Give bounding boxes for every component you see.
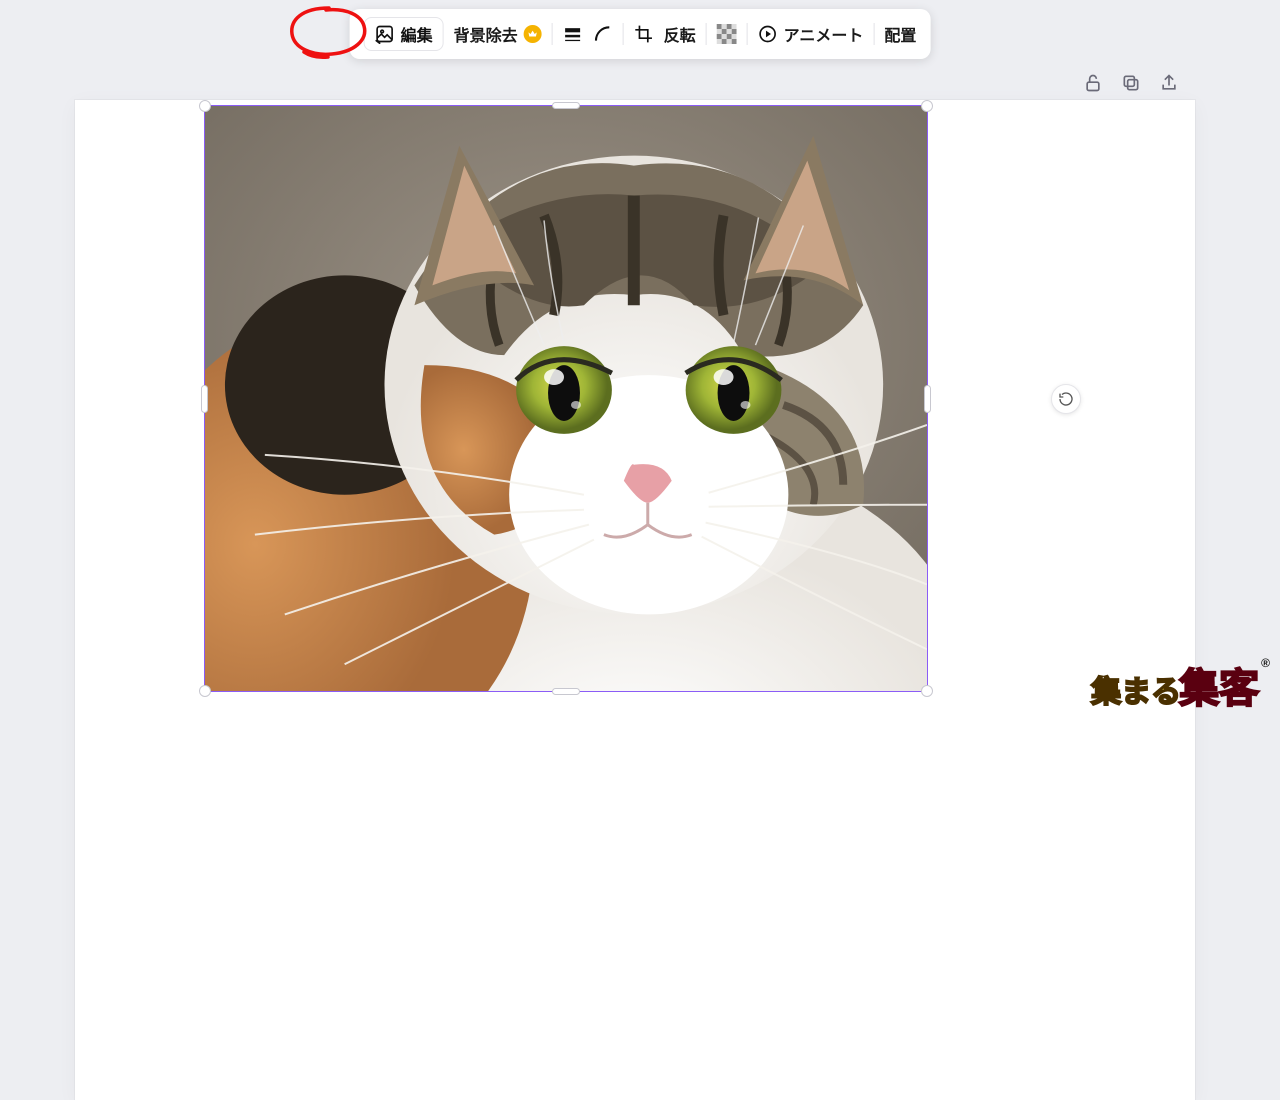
separator bbox=[552, 23, 553, 45]
corner-radius-button[interactable] bbox=[593, 24, 613, 44]
bg-remove-button[interactable]: 背景除去 bbox=[454, 22, 542, 46]
transparency-button[interactable] bbox=[717, 24, 737, 44]
separator bbox=[747, 23, 748, 45]
edit-label: 編集 bbox=[401, 22, 433, 46]
crop-icon bbox=[634, 24, 654, 44]
unlock-button[interactable] bbox=[1082, 72, 1104, 94]
cat-photo[interactable] bbox=[205, 106, 927, 691]
resize-handle-tl[interactable] bbox=[199, 100, 211, 112]
image-toolbar: 編集 背景除去 反転 bbox=[350, 9, 931, 59]
duplicate-button[interactable] bbox=[1120, 72, 1142, 94]
separator bbox=[873, 23, 874, 45]
share-button[interactable] bbox=[1158, 72, 1180, 94]
position-button[interactable]: 配置 bbox=[884, 22, 916, 46]
flip-button[interactable]: 反転 bbox=[664, 22, 696, 46]
crop-button[interactable] bbox=[634, 24, 654, 44]
flip-label: 反転 bbox=[664, 22, 696, 46]
animate-label: アニメート bbox=[784, 22, 864, 46]
crown-icon bbox=[524, 25, 542, 43]
edit-button[interactable]: 編集 bbox=[364, 17, 444, 51]
page-actions bbox=[1082, 72, 1180, 94]
resize-handle-bl[interactable] bbox=[199, 685, 211, 697]
resize-handle-b[interactable] bbox=[552, 688, 580, 695]
resize-handle-t[interactable] bbox=[552, 102, 580, 109]
watermark-reg: ® bbox=[1261, 656, 1270, 670]
line-weight-icon bbox=[563, 24, 583, 44]
line-weight-button[interactable] bbox=[563, 24, 583, 44]
corner-radius-icon bbox=[593, 24, 613, 44]
edit-image-icon bbox=[375, 24, 395, 44]
bg-remove-label: 背景除去 bbox=[454, 22, 518, 46]
resize-handle-tr[interactable] bbox=[921, 100, 933, 112]
position-label: 配置 bbox=[884, 22, 916, 46]
resize-handle-r[interactable] bbox=[924, 385, 931, 413]
animate-button[interactable]: アニメート bbox=[758, 22, 864, 46]
rotate-handle[interactable] bbox=[1051, 384, 1081, 414]
separator bbox=[706, 23, 707, 45]
transparency-icon bbox=[717, 24, 737, 44]
resize-handle-br[interactable] bbox=[921, 685, 933, 697]
selected-image[interactable] bbox=[204, 105, 928, 692]
resize-handle-l[interactable] bbox=[201, 385, 208, 413]
animate-icon bbox=[758, 24, 778, 44]
separator bbox=[623, 23, 624, 45]
